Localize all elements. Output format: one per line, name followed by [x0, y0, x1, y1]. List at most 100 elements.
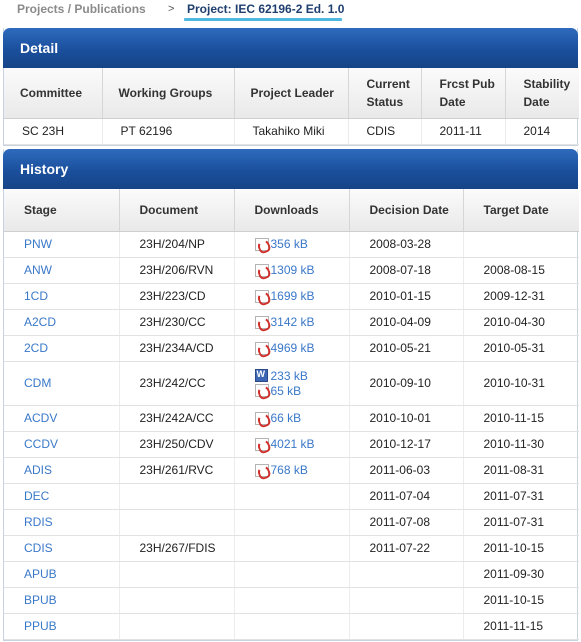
- history-stage-cell: BPUB: [4, 587, 120, 614]
- history-target-date: 2010-11-15: [463, 405, 579, 432]
- history-document: [119, 483, 235, 510]
- download-size-link[interactable]: 1309 kB: [271, 263, 315, 277]
- history-row: RDIS 2011-07-08 2011-07-31: [4, 509, 579, 536]
- pdf-icon: [254, 463, 269, 477]
- breadcrumb-current-project[interactable]: Project: IEC 62196-2 Ed. 1.0: [187, 2, 344, 16]
- history-downloads-cell: 356 kB: [234, 231, 350, 258]
- history-decision-date: 2010-04-09: [349, 309, 464, 336]
- history-document: 23H/206/RVN: [119, 257, 235, 284]
- history-downloads-cell: 768 kB: [234, 457, 350, 484]
- history-downloads-cell: [234, 613, 350, 640]
- detail-header-project-leader: Project Leader: [234, 68, 349, 119]
- history-target-date: 2009-12-31: [463, 283, 579, 310]
- download-size-link[interactable]: 4969 kB: [271, 341, 315, 355]
- detail-table: Committee Working Groups Project Leader …: [4, 68, 579, 145]
- download-item[interactable]: 1699 kB: [254, 289, 349, 303]
- history-decision-date: 2011-07-04: [349, 483, 464, 510]
- history-target-date: 2011-08-31: [463, 457, 579, 484]
- history-panel: History Stage Document Downloads Decisio…: [3, 149, 579, 641]
- history-document: 23H/230/CC: [119, 309, 235, 336]
- history-row: CDIS 23H/267/FDIS 2011-07-22 2011-10-15: [4, 535, 579, 562]
- history-stage-cell: PPUB: [4, 613, 120, 640]
- download-item[interactable]: 66 kB: [254, 411, 349, 425]
- pdf-icon: [254, 411, 269, 425]
- stage-link[interactable]: ADIS: [24, 463, 52, 477]
- history-target-date: 2011-09-30: [463, 561, 579, 588]
- download-size-link[interactable]: 768 kB: [271, 463, 308, 477]
- history-document: [119, 509, 235, 536]
- stage-link[interactable]: PNW: [24, 237, 52, 251]
- stage-link[interactable]: DEC: [24, 489, 49, 503]
- pdf-icon: [254, 437, 269, 451]
- history-rows: PNW 23H/204/NP 356 kB 2008-03-28 ANW 23H/206/…: [4, 231, 579, 640]
- history-stage-cell: CDIS: [4, 535, 120, 562]
- history-document: 23H/234A/CD: [119, 335, 235, 362]
- stage-link[interactable]: 1CD: [24, 289, 48, 303]
- stage-link[interactable]: RDIS: [24, 515, 53, 529]
- history-stage-cell: 1CD: [4, 283, 120, 310]
- download-item[interactable]: 233 kB: [254, 369, 349, 383]
- pdf-icon: [254, 263, 269, 277]
- stage-link[interactable]: APUB: [24, 567, 57, 581]
- download-size-link[interactable]: 4021 kB: [271, 437, 315, 451]
- history-stage-cell: CCDV: [4, 431, 120, 458]
- download-size-link[interactable]: 1699 kB: [271, 289, 315, 303]
- history-row: ANW 23H/206/RVN 1309 kB 2008-07-18 2008-08-1…: [4, 257, 579, 284]
- detail-header-stability-date: Stability Date: [505, 68, 579, 119]
- download-size-link[interactable]: 233 kB: [271, 369, 308, 383]
- history-header-document: Document: [119, 189, 235, 232]
- detail-header-current-status-line1: Current: [366, 76, 410, 91]
- stage-link[interactable]: PPUB: [24, 619, 57, 633]
- stage-link[interactable]: ANW: [24, 263, 52, 277]
- pdf-icon: [254, 384, 269, 397]
- history-target-date: [463, 231, 579, 258]
- history-document: [119, 587, 235, 614]
- download-size-link[interactable]: 356 kB: [271, 237, 308, 251]
- history-header-stage: Stage: [4, 189, 120, 232]
- stage-link[interactable]: 2CD: [24, 341, 48, 355]
- stage-link[interactable]: BPUB: [24, 593, 57, 607]
- history-row: ADIS 23H/261/RVC 768 kB 2011-06-03 2011-08-3…: [4, 457, 579, 484]
- download-item[interactable]: 4969 kB: [254, 341, 349, 355]
- pdf-icon: [254, 315, 269, 329]
- download-size-link[interactable]: 65 kB: [271, 384, 302, 398]
- stage-link[interactable]: CDIS: [24, 541, 53, 555]
- history-document: 23H/261/RVC: [119, 457, 235, 484]
- history-downloads-cell: [234, 483, 350, 510]
- stage-link[interactable]: A2CD: [24, 315, 56, 329]
- download-item[interactable]: 65 kB: [254, 384, 349, 398]
- detail-working-groups: PT 62196: [102, 118, 235, 145]
- history-decision-date: [349, 561, 464, 588]
- history-target-date: 2010-10-31: [463, 361, 579, 406]
- history-document: [119, 561, 235, 588]
- download-size-link[interactable]: 66 kB: [271, 411, 302, 425]
- detail-row: SC 23H PT 62196 Takahiko Miki CDIS 2011-…: [4, 118, 579, 145]
- download-item[interactable]: 1309 kB: [254, 263, 349, 277]
- history-decision-date: 2011-07-08: [349, 509, 464, 536]
- download-item[interactable]: 768 kB: [254, 463, 349, 477]
- detail-panel-title: Detail: [3, 28, 578, 68]
- history-row: ACDV 23H/242A/CC 66 kB 2010-10-01 2010-11-15: [4, 405, 579, 432]
- download-item[interactable]: 356 kB: [254, 237, 349, 251]
- history-panel-title: History: [3, 149, 578, 189]
- history-target-date: 2010-04-30: [463, 309, 579, 336]
- history-target-date: 2011-07-31: [463, 483, 579, 510]
- history-decision-date: 2011-07-22: [349, 535, 464, 562]
- history-stage-cell: ACDV: [4, 405, 120, 432]
- history-decision-date: 2010-09-10: [349, 361, 464, 406]
- download-size-link[interactable]: 3142 kB: [271, 315, 315, 329]
- detail-project-leader: Takahiko Miki: [234, 118, 349, 145]
- history-decision-date: 2010-01-15: [349, 283, 464, 310]
- stage-link[interactable]: CDM: [24, 376, 51, 390]
- stage-link[interactable]: ACDV: [24, 411, 57, 425]
- history-decision-date: [349, 587, 464, 614]
- download-item[interactable]: 3142 kB: [254, 315, 349, 329]
- breadcrumb-projects-link[interactable]: Projects / Publications: [17, 2, 146, 16]
- history-document: 23H/242/CC: [119, 361, 235, 406]
- download-item[interactable]: 4021 kB: [254, 437, 349, 451]
- history-stage-cell: DEC: [4, 483, 120, 510]
- history-downloads-cell: [234, 587, 350, 614]
- history-decision-date: 2008-07-18: [349, 257, 464, 284]
- stage-link[interactable]: CCDV: [24, 437, 58, 451]
- history-target-date: 2011-11-15: [463, 613, 579, 640]
